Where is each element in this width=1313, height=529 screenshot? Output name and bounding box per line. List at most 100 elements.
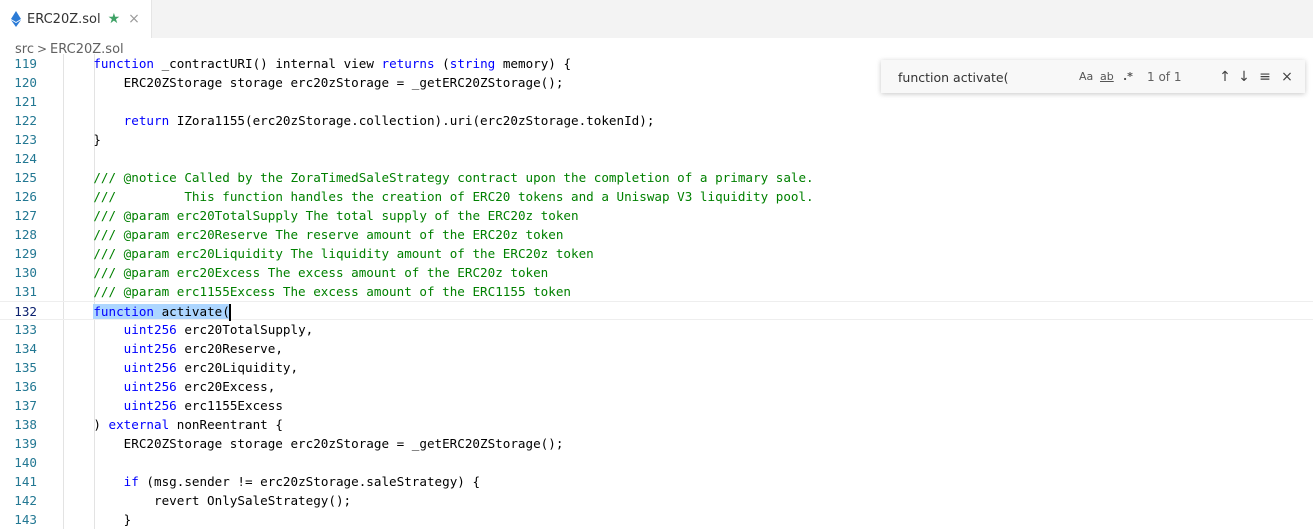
line-number: 141 (14, 474, 37, 489)
code-text: ERC20ZStorage storage erc20zStorage = _g… (63, 73, 564, 92)
line-number: 139 (14, 436, 37, 451)
code-token: external (108, 417, 170, 432)
code-token: activate( (154, 304, 230, 319)
code-text: return IZora1155(erc20zStorage.collectio… (63, 111, 655, 130)
line-number: 137 (14, 398, 37, 413)
code-token: ERC20ZStorage storage erc20zStorage = _g… (63, 75, 564, 90)
line-number: 123 (14, 132, 37, 147)
code-token: /// This function handles the creation o… (93, 189, 814, 204)
line-number: 119 (14, 56, 37, 71)
code-token: ERC20ZStorage storage erc20zStorage = _g… (63, 436, 564, 451)
code-editor[interactable]: 119 function _contractURI() internal vie… (0, 54, 1313, 529)
code-token: erc20Excess, (176, 379, 276, 394)
whole-word-toggle[interactable]: ab (1100, 68, 1114, 86)
code-line[interactable]: 139 ERC20ZStorage storage erc20zStorage … (0, 434, 1313, 453)
code-token: IZora1155(erc20zStorage.collection).uri(… (169, 113, 655, 128)
tab-title: ERC20Z.sol (27, 11, 101, 27)
code-token: /// @param erc20Excess The excess amount… (93, 265, 549, 280)
code-line[interactable]: 127 /// @param erc20TotalSupply The tota… (0, 206, 1313, 225)
find-in-selection-icon[interactable]: ≡ (1255, 67, 1275, 87)
find-widget: Aa ab .* 1 of 1 ↑ ↓ ≡ × (881, 60, 1305, 93)
code-token: ( (434, 56, 450, 71)
code-line[interactable]: 126 /// This function handles the creati… (0, 187, 1313, 206)
code-token: /// @param erc1155Excess The excess amou… (93, 284, 572, 299)
code-text: revert OnlySaleStrategy(); (63, 491, 351, 510)
code-line[interactable]: 134 uint256 erc20Reserve, (0, 339, 1313, 358)
code-line[interactable]: 131 /// @param erc1155Excess The excess … (0, 282, 1313, 301)
line-number: 126 (14, 189, 37, 204)
code-token: erc20Liquidity, (176, 360, 299, 375)
line-number: 135 (14, 360, 37, 375)
line-number: 132 (14, 304, 37, 319)
code-line[interactable]: 133 uint256 erc20TotalSupply, (0, 320, 1313, 339)
code-line[interactable]: 136 uint256 erc20Excess, (0, 377, 1313, 396)
next-match-icon[interactable]: ↓ (1234, 67, 1254, 87)
code-line[interactable]: 123 } (0, 130, 1313, 149)
code-line[interactable]: 122 return IZora1155(erc20zStorage.colle… (0, 111, 1313, 130)
close-tab-icon[interactable]: × (128, 12, 140, 26)
code-token: /// @notice Called by the ZoraTimedSaleS… (93, 170, 814, 185)
find-input[interactable] (898, 68, 1078, 86)
code-line[interactable]: 142 revert OnlySaleStrategy(); (0, 491, 1313, 510)
code-token: /// @param erc20TotalSupply The total su… (93, 208, 579, 223)
code-line[interactable]: 129 /// @param erc20Liquidity The liquid… (0, 244, 1313, 263)
code-token: string (449, 56, 496, 71)
line-number: 134 (14, 341, 37, 356)
code-text: function _contractURI() internal view re… (63, 54, 571, 73)
code-line[interactable]: 140 (0, 453, 1313, 472)
code-token: if (123, 474, 139, 489)
code-token: uint256 (123, 379, 177, 394)
code-token: _contractURI() internal view (154, 56, 382, 71)
close-find-icon[interactable]: × (1277, 67, 1297, 87)
code-line[interactable]: 135 uint256 erc20Liquidity, (0, 358, 1313, 377)
code-token: uint256 (123, 322, 177, 337)
previous-match-icon[interactable]: ↑ (1215, 67, 1235, 87)
tab-erc20z-sol[interactable]: ERC20Z.sol ★ × (0, 0, 152, 38)
code-token: erc1155Excess (176, 398, 283, 413)
code-line[interactable]: 138 ) external nonReentrant { (0, 415, 1313, 434)
code-text: } (63, 130, 101, 149)
code-line[interactable]: 132 function activate( (0, 301, 1313, 321)
line-number: 142 (14, 493, 37, 508)
line-number: 120 (14, 75, 37, 90)
line-number: 143 (14, 512, 37, 527)
code-line[interactable]: 130 /// @param erc20Excess The excess am… (0, 263, 1313, 282)
line-number: 125 (14, 170, 37, 185)
text-cursor (228, 304, 231, 321)
code-line[interactable]: 143 } (0, 510, 1313, 529)
code-text: uint256 erc20Liquidity, (63, 358, 298, 377)
code-text: uint256 erc20Reserve, (63, 339, 283, 358)
line-number: 131 (14, 284, 37, 299)
line-number: 140 (14, 455, 37, 470)
line-number: 133 (14, 322, 37, 337)
line-number: 121 (14, 94, 37, 109)
code-line[interactable]: 141 if (msg.sender != erc20zStorage.sale… (0, 472, 1313, 491)
line-number: 122 (14, 113, 37, 128)
regex-toggle[interactable]: .* (1123, 68, 1133, 86)
code-token: /// @param erc20Reserve The reserve amou… (93, 227, 564, 242)
code-line[interactable]: 128 /// @param erc20Reserve The reserve … (0, 225, 1313, 244)
code-token: } (63, 132, 101, 147)
code-text: if (msg.sender != erc20zStorage.saleStra… (63, 472, 480, 491)
code-token: } (63, 512, 132, 527)
star-icon[interactable]: ★ (108, 12, 121, 26)
code-text: ) external nonReentrant { (63, 415, 283, 434)
line-number: 129 (14, 246, 37, 261)
match-case-toggle[interactable]: Aa (1079, 68, 1093, 86)
code-line[interactable]: 124 (0, 149, 1313, 168)
code-text: uint256 erc1155Excess (63, 396, 283, 415)
code-line[interactable]: 137 uint256 erc1155Excess (0, 396, 1313, 415)
code-line[interactable]: 125 /// @notice Called by the ZoraTimedS… (0, 168, 1313, 187)
code-token: function (93, 56, 155, 71)
code-line[interactable]: 121 (0, 92, 1313, 111)
